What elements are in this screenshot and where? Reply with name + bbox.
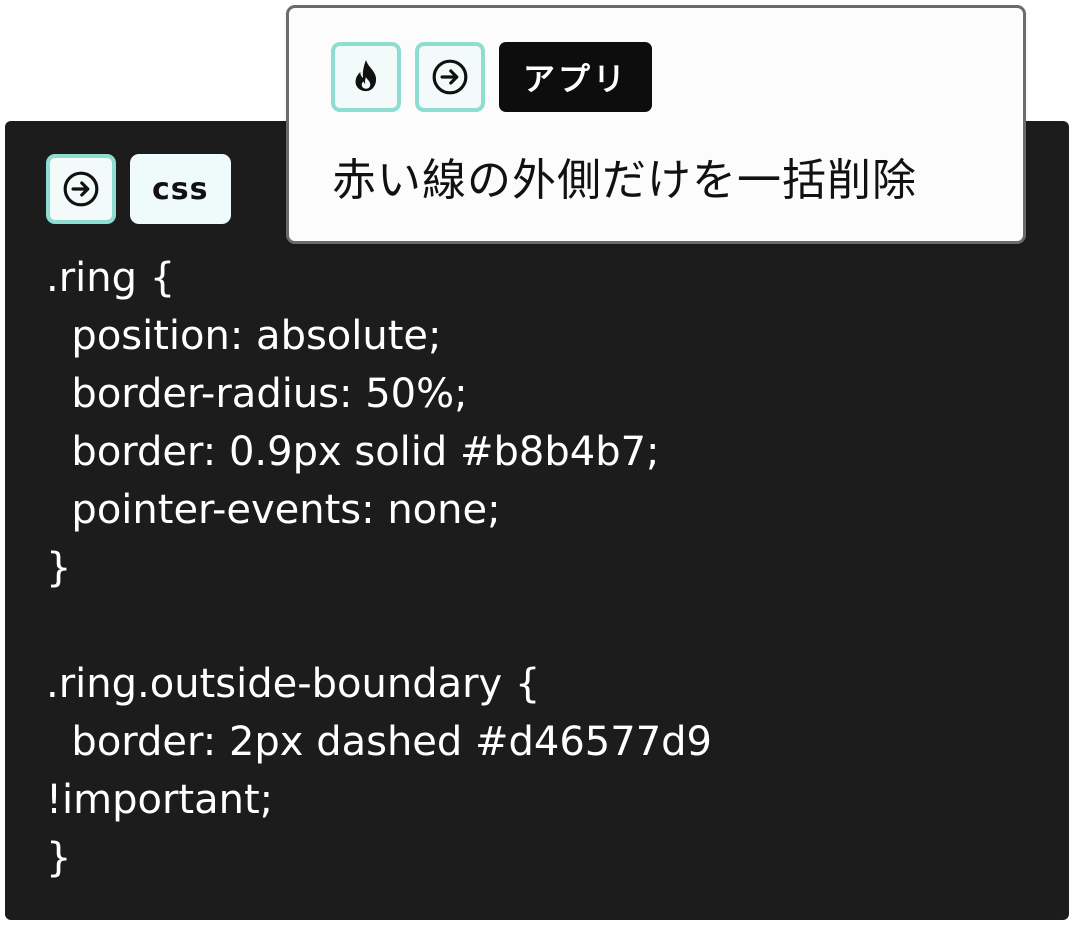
- suggestion-popup: アプリ 赤い線の外側だけを一括削除: [286, 5, 1026, 244]
- code-line: !important;: [46, 777, 274, 823]
- code-line: pointer-events: none;: [46, 487, 501, 533]
- hot-button[interactable]: [331, 42, 401, 112]
- code-line: border-radius: 50%;: [46, 371, 468, 417]
- code-line: border: 0.9px solid #b8b4b7;: [46, 429, 660, 475]
- jump-button[interactable]: [415, 42, 485, 112]
- code-line: .ring.outside-boundary {: [46, 661, 541, 707]
- flame-icon: [355, 60, 377, 92]
- app-badge: アプリ: [499, 42, 653, 112]
- code-text: .ring { position: absolute; border-radiu…: [46, 249, 712, 887]
- code-line: }: [46, 835, 72, 881]
- code-line: position: absolute;: [46, 313, 442, 359]
- code-line: }: [46, 545, 72, 591]
- popup-message: 赤い線の外側だけを一括削除: [332, 155, 917, 206]
- jump-to-code-button[interactable]: [46, 154, 116, 224]
- arrow-right-circle-icon: [63, 171, 99, 207]
- code-line: border: 2px dashed #d46577d9: [46, 719, 712, 765]
- code-header: css: [46, 154, 231, 224]
- language-chip: css: [130, 154, 231, 224]
- arrow-right-circle-icon: [432, 59, 468, 95]
- popup-header: アプリ: [331, 42, 653, 112]
- code-line: .ring {: [46, 255, 176, 301]
